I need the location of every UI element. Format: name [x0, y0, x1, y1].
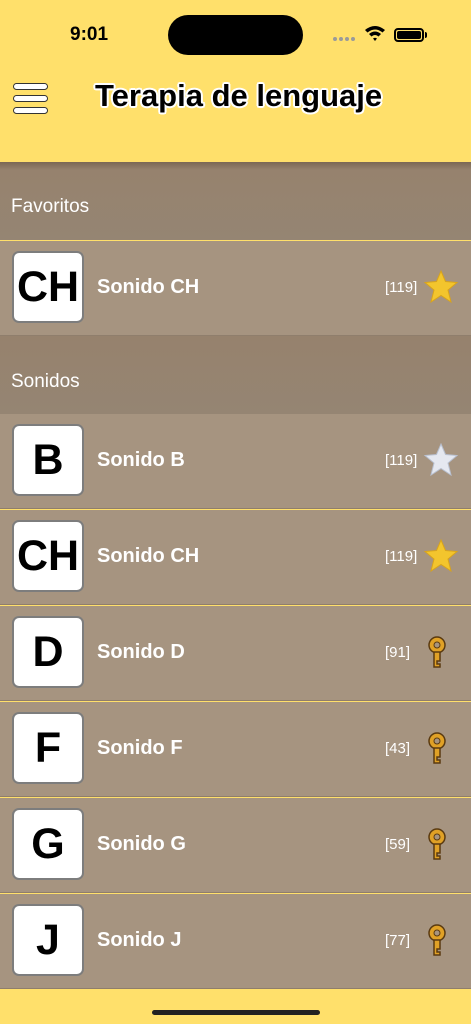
item-label: Sonido D	[97, 641, 185, 663]
section-header-favorites: Favoritos	[0, 162, 471, 240]
item-label: Sonido J	[97, 929, 182, 951]
letter-tile: CH	[12, 520, 84, 592]
cellular-signal-icon	[333, 37, 357, 55]
item-count: [119]	[385, 279, 418, 296]
item-count: [59]	[385, 836, 411, 853]
list-item-sound-g[interactable]: G Sonido G [59]	[0, 798, 471, 893]
key-icon[interactable]	[423, 634, 459, 670]
section-header-sounds: Sonidos	[0, 336, 471, 414]
section-title: Favoritos	[11, 196, 90, 217]
item-count: [119]	[385, 548, 418, 565]
menu-button[interactable]	[14, 82, 50, 118]
item-count: [43]	[385, 740, 411, 757]
item-label: Sonido G	[97, 833, 186, 855]
star-outline-icon[interactable]	[423, 442, 459, 478]
battery-icon	[394, 28, 424, 42]
star-filled-icon[interactable]	[423, 269, 459, 305]
letter-tile: D	[12, 616, 84, 688]
item-label: Sonido CH	[97, 545, 200, 567]
letter-tile: B	[12, 424, 84, 496]
star-filled-icon[interactable]	[423, 538, 459, 574]
status-time: 9:01	[70, 24, 109, 45]
item-label: Sonido CH	[97, 276, 200, 298]
item-count: [91]	[385, 644, 411, 661]
letter-tile: J	[12, 904, 84, 976]
list-item-sound-f[interactable]: F Sonido F [43]	[0, 702, 471, 797]
key-icon[interactable]	[423, 826, 459, 862]
letter-tile: G	[12, 808, 84, 880]
home-indicator[interactable]	[152, 1010, 320, 1015]
item-label: Sonido B	[97, 449, 185, 471]
app-title: Terapia de lenguaje	[95, 78, 383, 113]
section-title: Sonidos	[11, 371, 80, 392]
list-item-sound-j[interactable]: J Sonido J [77]	[0, 894, 471, 989]
item-count: [119]	[385, 452, 418, 469]
item-label: Sonido F	[97, 737, 183, 759]
header-shadow	[0, 162, 471, 170]
list-item-sound-ch[interactable]: CH Sonido CH [119]	[0, 510, 471, 605]
list-item-sound-b[interactable]: B Sonido B [119]	[0, 414, 471, 509]
item-count: [77]	[385, 932, 411, 949]
status-bar: 9:01	[0, 0, 471, 70]
wifi-icon	[364, 24, 386, 47]
key-icon[interactable]	[423, 730, 459, 766]
app-header: Terapia de lenguaje	[0, 70, 471, 162]
letter-tile: F	[12, 712, 84, 784]
battery-cap	[425, 32, 427, 38]
list-item-sound-d[interactable]: D Sonido D [91]	[0, 606, 471, 701]
letter-tile: CH	[12, 251, 84, 323]
dynamic-island	[168, 15, 303, 55]
list-item-favorite-ch[interactable]: CH Sonido CH [119]	[0, 241, 471, 336]
key-icon[interactable]	[423, 922, 459, 958]
